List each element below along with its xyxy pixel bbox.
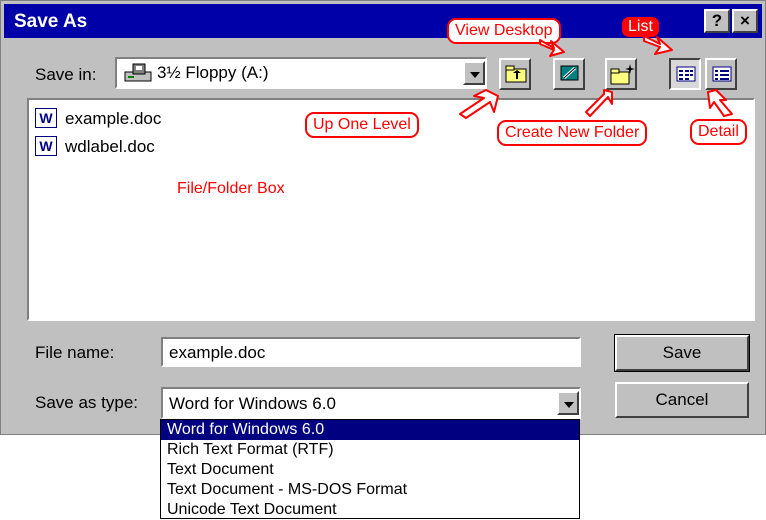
list-view-icon (676, 66, 696, 82)
file-name-label: File name: (35, 343, 115, 362)
save-as-type-value: Word for Windows 6.0 (169, 394, 336, 413)
word-doc-icon: W (35, 108, 57, 128)
detail-view-icon (712, 66, 732, 82)
save-in-combo[interactable]: 3½ Floppy (A:) (115, 57, 487, 89)
view-desktop-button[interactable] (553, 58, 585, 90)
save-as-type-dropdown-button[interactable] (557, 391, 579, 415)
save-as-dialog: Save As ? × Save in: 3½ Floppy (A:) W ex… (0, 0, 766, 435)
type-option[interactable]: Word for Windows 6.0 (161, 420, 579, 440)
type-option[interactable]: Text Document (161, 460, 579, 480)
up-one-level-button[interactable] (499, 58, 531, 90)
file-folder-box-annotation: File/Folder Box (177, 180, 285, 197)
save-in-dropdown-button[interactable] (463, 61, 485, 85)
save-as-type-combo[interactable]: Word for Windows 6.0 (161, 387, 581, 419)
type-option[interactable]: Rich Text Format (RTF) (161, 440, 579, 460)
up-folder-icon (505, 65, 527, 83)
file-item[interactable]: W wdlabel.doc (35, 134, 235, 158)
file-item[interactable]: W example.doc (35, 106, 235, 130)
file-name: example.doc (65, 109, 162, 128)
new-folder-icon (610, 64, 635, 85)
file-name-input[interactable]: example.doc (161, 337, 581, 367)
save-button[interactable]: Save (614, 334, 750, 372)
cancel-button[interactable]: Cancel (615, 382, 749, 418)
list-view-button[interactable] (669, 58, 701, 90)
list-arrow-icon (643, 35, 673, 55)
close-button[interactable]: × (732, 9, 758, 33)
save-as-type-label: Save as type: (35, 393, 139, 412)
dialog-title: Save As (14, 11, 88, 32)
view-desktop-arrow-icon (539, 39, 565, 57)
word-doc-icon: W (35, 136, 57, 156)
up-one-level-arrow-icon (459, 89, 499, 119)
detail-callout: Detail (690, 119, 747, 145)
save-as-type-options[interactable]: Word for Windows 6.0 Rich Text Format (R… (160, 419, 580, 519)
floppy-drive-icon (124, 63, 152, 82)
create-new-folder-callout: Create New Folder (497, 120, 648, 146)
up-one-level-callout: Up One Level (305, 112, 419, 138)
help-button[interactable]: ? (704, 9, 730, 33)
file-name-value: example.doc (169, 343, 266, 362)
create-new-folder-arrow-icon (585, 89, 613, 117)
file-name: wdlabel.doc (65, 137, 155, 156)
type-option[interactable]: Text Document - MS-DOS Format (161, 480, 579, 500)
detail-arrow-icon (707, 89, 733, 117)
type-option[interactable]: Unicode Text Document (161, 500, 579, 520)
save-in-value: 3½ Floppy (A:) (157, 63, 269, 82)
desktop-icon (560, 65, 579, 81)
save-in-label: Save in: (35, 65, 97, 84)
